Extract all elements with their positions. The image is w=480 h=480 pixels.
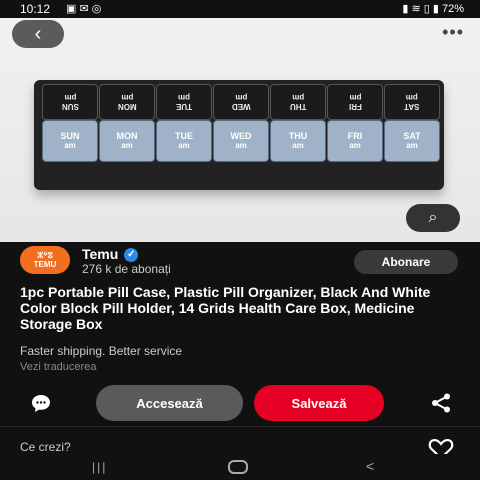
compartment-day: SUN [60,131,80,141]
visual-search-button[interactable]: ⌕ [406,204,460,232]
recent-apps-icon[interactable]: ||| [92,460,107,474]
compartment-time: am [64,141,76,150]
logo-glyphs: ⵣ꙳ⵓ [37,251,53,260]
compartment-time: am [235,141,247,150]
share-icon[interactable] [430,392,452,414]
pill-case-compartments: SUN am MON am TUE am WED am THU am FRI am SAT a… [42,120,440,162]
lid-label: WED pm [231,93,251,111]
compartment-thu: THU am [270,120,326,162]
compartment-day: MON [116,131,138,141]
temu-logo-avatar[interactable]: ⵣ꙳ⵓ TEMU [20,246,70,274]
lid-tue: TUE pm [156,84,212,120]
compartment-time: am [406,141,418,150]
pill-case-lids: SUN pm MON pm TUE pm WED pm THU pm FRI p… [42,84,440,120]
compartment-day: THU [288,131,308,141]
compartment-day: WED [230,131,252,141]
save-button[interactable]: Salvează [254,385,384,421]
verified-badge-icon: ✓ [124,248,139,263]
lid-thu: THU pm [270,84,326,120]
subscriber-count: 276 k de abonați [82,262,171,276]
compartment-day: TUE [175,131,193,141]
compartment-sun: SUN am [42,120,98,162]
divider [0,426,480,427]
lid-sat: SAT pm [384,84,440,120]
visit-button[interactable]: Accesează [96,385,243,421]
translate-link[interactable]: Vezi traducerea [20,361,96,373]
pill-case-illustration: SUN pm MON pm TUE pm WED pm THU pm FRI p… [34,80,444,190]
lid-label: SAT pm [404,93,420,111]
signal-icons: ▮ ≋ ▯ ▮ [402,3,439,15]
compartment-time: am [121,141,133,150]
compartment-mon: MON am [99,120,155,162]
subscribe-button[interactable]: Abonare [354,250,458,274]
lid-label: MON pm [117,93,137,111]
lid-fri: FRI pm [327,84,383,120]
compartment-tue: TUE am [156,120,212,162]
lid-label: THU pm [289,93,307,111]
pin-title: 1pc Portable Pill Case, Plastic Pill Org… [20,284,431,332]
pin-image[interactable]: ‹ ••• SUN pm MON pm TUE pm WED pm THU pm… [0,18,480,242]
compartment-sat: SAT am [384,120,440,162]
back-icon[interactable]: < [366,458,374,474]
lid-wed: WED pm [213,84,269,120]
comment-icon[interactable] [30,392,52,414]
compartment-day: SAT [403,131,421,141]
status-bar: 10:12 ▣ ✉ ◎ ▮ ≋ ▯ ▮ 72% [0,0,480,18]
notification-icons: ▣ ✉ ◎ [66,3,102,15]
pin-description: Faster shipping. Better service [20,344,183,358]
compartment-time: am [292,141,304,150]
lid-label: TUE pm [176,93,192,111]
compartment-day: FRI [347,131,363,141]
compartment-wed: WED am [213,120,269,162]
compartment-fri: FRI am [327,120,383,162]
home-icon[interactable] [228,460,248,474]
compartment-time: am [178,141,190,150]
lid-label: SUN pm [61,93,79,111]
lid-mon: MON pm [99,84,155,120]
more-options-icon[interactable]: ••• [442,22,464,43]
compartment-time: am [349,141,361,150]
lens-icon: ⌕ [428,209,438,226]
chevron-left-icon: ‹ [34,22,42,45]
lid-sun: SUN pm [42,84,98,120]
creator-name-text: Temu [82,246,119,262]
creator-name[interactable]: Temu ✓ [82,246,139,263]
lid-label: FRI pm [348,93,362,111]
logo-text: TEMU [33,260,57,269]
status-time: 10:12 [20,2,51,16]
status-right: ▮ ≋ ▯ ▮ 72% [402,2,464,15]
comment-prompt[interactable]: Ce crezi? [20,440,71,454]
back-button[interactable]: ‹ [12,20,64,48]
battery-percent: 72% [441,3,464,15]
